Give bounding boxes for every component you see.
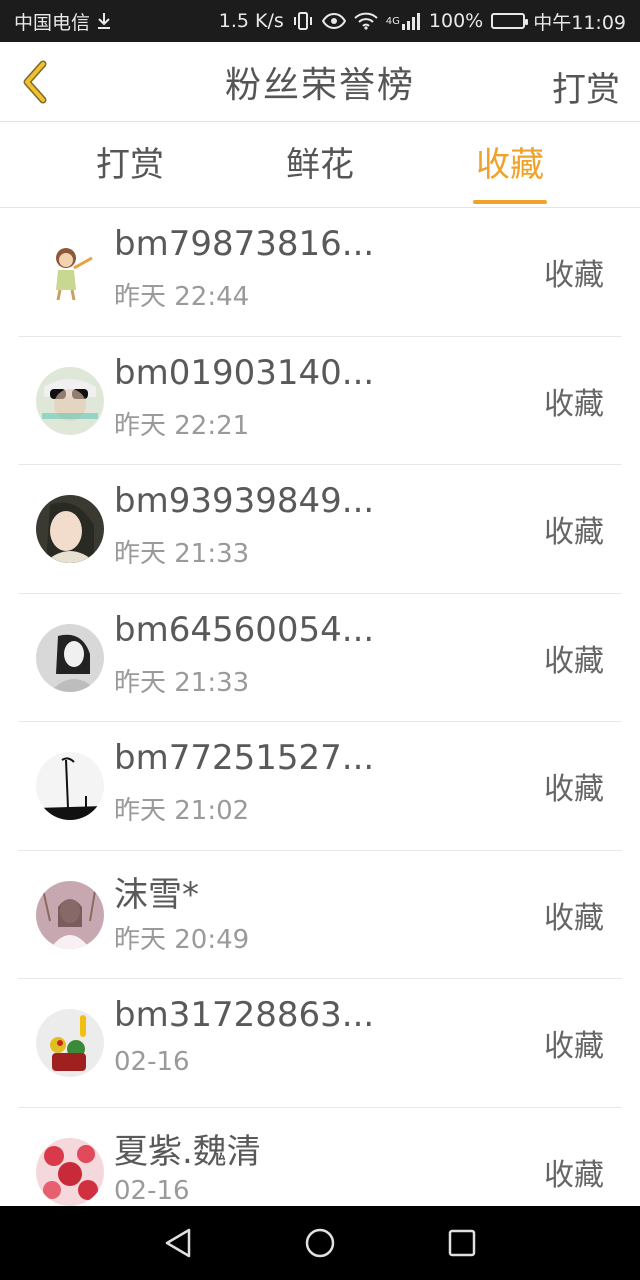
fan-time: 02-16	[114, 1047, 190, 1077]
reward-button[interactable]: 打赏	[552, 62, 620, 111]
favorite-label: 收藏	[544, 258, 604, 293]
fan-name: 夏紫.魏清	[114, 1131, 261, 1172]
fan-list[interactable]: bm79873816... 昨天 22:44 收藏 bm01903140... …	[0, 208, 640, 1206]
triangle-back-icon	[165, 1228, 191, 1258]
eye-icon	[321, 13, 346, 29]
tab-bar: 打赏 鲜花 收藏	[0, 122, 640, 208]
clock: 中午11:09	[533, 11, 626, 34]
battery-icon	[491, 13, 529, 29]
carrier-label: 中国电信	[14, 11, 91, 34]
battery-percent: 100%	[428, 10, 484, 32]
square-recents-icon	[448, 1229, 476, 1257]
circle-home-icon	[305, 1228, 335, 1258]
nav-home-button[interactable]	[275, 1206, 365, 1280]
list-item[interactable]: bm77251527... 昨天 21:02 收藏	[18, 722, 622, 851]
vibrate-icon	[292, 12, 314, 30]
list-item[interactable]: bm01903140... 昨天 22:21 收藏	[18, 337, 622, 465]
fan-name: bm77251527...	[114, 738, 375, 778]
list-item[interactable]: bm79873816... 昨天 22:44 收藏	[18, 208, 622, 337]
favorite-label: 收藏	[544, 386, 604, 422]
nav-recents-button[interactable]	[417, 1206, 507, 1280]
fan-name: bm31728863...	[114, 995, 375, 1035]
fan-name: 沫雪*	[114, 874, 199, 915]
nav-back-button[interactable]	[133, 1206, 223, 1280]
tab-flowers[interactable]: 鲜花	[235, 122, 405, 208]
download-icon	[96, 12, 112, 30]
list-item[interactable]: bm93939849... 昨天 21:33 收藏	[18, 465, 622, 594]
favorite-label: 收藏	[544, 1029, 604, 1064]
list-item[interactable]: 夏紫.魏清 02-16 收藏	[18, 1108, 622, 1207]
active-tab-indicator	[473, 200, 547, 204]
fan-name: bm93939849...	[114, 481, 375, 521]
tab-favorites[interactable]: 收藏	[425, 122, 595, 208]
fan-time: 昨天 22:44	[114, 282, 250, 312]
fan-time: 昨天 22:21	[114, 410, 250, 441]
favorite-label: 收藏	[544, 515, 604, 550]
avatar	[36, 366, 104, 435]
status-bar: 中国电信 1.5 K/s 4G 100% 中午11:09	[0, 0, 640, 42]
chevron-left-icon	[23, 60, 47, 104]
avatar	[36, 623, 104, 692]
fan-name: bm01903140...	[114, 352, 375, 393]
avatar	[36, 1137, 104, 1206]
back-button[interactable]	[16, 58, 52, 106]
network-speed: 1.5 K/s	[218, 10, 284, 32]
list-item[interactable]: bm31728863... 02-16 收藏	[18, 979, 622, 1108]
wifi-icon	[354, 12, 378, 30]
favorite-label: 收藏	[544, 1157, 604, 1193]
avatar	[36, 495, 104, 563]
fan-name: bm79873816...	[114, 224, 375, 264]
signal-icon: 4G	[386, 12, 421, 30]
favorite-label: 收藏	[544, 772, 604, 807]
fan-name: bm64560054...	[114, 609, 375, 650]
avatar	[36, 1009, 104, 1077]
fan-time: 昨天 20:49	[114, 924, 250, 955]
favorite-label: 收藏	[544, 900, 604, 936]
avatar	[36, 880, 104, 949]
header-bar: 粉丝荣誉榜 打赏	[0, 42, 640, 122]
system-nav-bar	[0, 1206, 640, 1280]
list-item[interactable]: bm64560054... 昨天 21:33 收藏	[18, 594, 622, 722]
fan-time: 昨天 21:33	[114, 667, 250, 698]
avatar	[36, 752, 104, 820]
favorite-label: 收藏	[544, 643, 604, 679]
page-title: 粉丝荣誉榜	[224, 64, 415, 106]
list-item[interactable]: 沫雪* 昨天 20:49 收藏	[18, 851, 622, 979]
fan-time: 昨天 21:33	[114, 539, 250, 569]
avatar	[36, 238, 104, 306]
fan-time: 02-16	[114, 1175, 190, 1206]
fan-time: 昨天 21:02	[114, 796, 250, 826]
tab-reward[interactable]: 打赏	[45, 122, 215, 208]
